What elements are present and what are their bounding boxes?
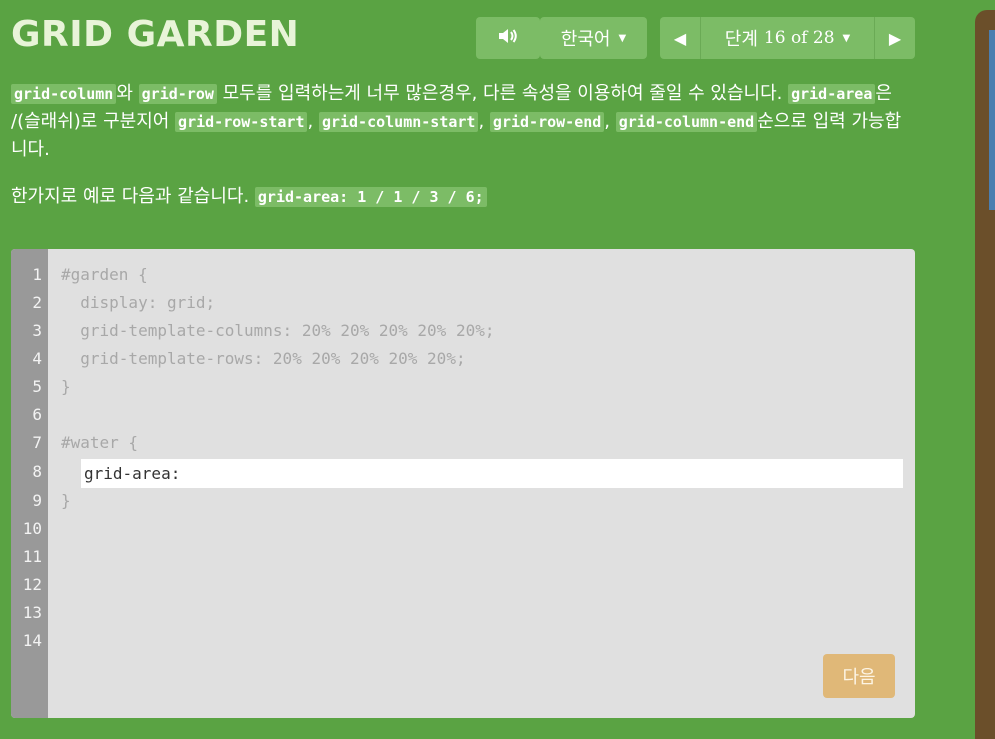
code-line: }	[61, 491, 71, 510]
caret-down-icon: ▼	[618, 32, 627, 44]
level-navigator: ◀ 단계 16 of 28 ▼ ▶	[660, 17, 915, 59]
triangle-right-icon: ▶	[888, 28, 902, 48]
code-grid-column-end: grid-column-end	[615, 112, 758, 132]
sound-toggle-button[interactable]	[476, 17, 540, 59]
line-number: 1	[32, 265, 42, 284]
line-number: 4	[32, 349, 42, 368]
code-line: #water {	[61, 433, 139, 452]
instructions-text: ,	[307, 111, 319, 132]
code-grid-row: grid-row	[138, 84, 217, 104]
line-number: 10	[22, 519, 42, 538]
code-line: #garden {	[61, 265, 148, 284]
caret-down-icon: ▼	[842, 32, 851, 44]
line-number: 6	[32, 405, 42, 424]
line-number: 9	[32, 491, 42, 510]
code-grid-row-end: grid-row-end	[489, 112, 605, 132]
triangle-left-icon: ◀	[673, 28, 687, 48]
line-number: 12	[22, 575, 42, 594]
previous-level-button[interactable]: ◀	[660, 17, 701, 59]
instructions-paragraph-1: grid-column 와 grid-row 모두를 입력하는게 너무 많은경우,…	[11, 80, 911, 163]
next-level-button[interactable]: ▶	[874, 17, 915, 59]
level-prefix: 단계	[724, 29, 758, 50]
instructions-text: 와	[116, 83, 139, 104]
code-line: grid-template-rows: 20% 20% 20% 20% 20%;	[61, 349, 466, 368]
garden-board-edge	[975, 10, 995, 739]
code-grid-column-start: grid-column-start	[318, 112, 479, 132]
line-number: 5	[32, 377, 42, 396]
instructions-text: 한가지로 예로 다음과 같습니다.	[11, 186, 255, 207]
code-line: }	[61, 377, 71, 396]
instructions-paragraph-2: 한가지로 예로 다음과 같습니다. grid-area: 1 / 1 / 3 /…	[11, 183, 911, 211]
code-line: display: grid;	[61, 293, 216, 312]
garden-board-water	[989, 30, 995, 210]
line-number: 11	[22, 547, 42, 566]
speaker-icon	[497, 27, 519, 50]
page-title: GRID GARDEN	[11, 14, 300, 55]
line-number: 7	[32, 433, 42, 452]
line-number: 2	[32, 293, 42, 312]
instructions-text: 모두를 입력하는게 너무 많은경우, 다른 속성을 이용하여 줄일 수 있습니다…	[216, 83, 789, 104]
code-example: grid-area: 1 / 1 / 3 / 6;	[254, 187, 487, 207]
line-number: 3	[32, 321, 42, 340]
line-number: 8	[32, 462, 42, 481]
next-button[interactable]: 다음	[823, 654, 895, 698]
level-indicator: 16 of 28	[763, 28, 835, 48]
code-grid-area: grid-area	[788, 84, 876, 104]
instructions-text: ,	[604, 111, 616, 132]
code-grid-column: grid-column	[11, 84, 117, 104]
line-number-gutter: 1 2 3 4 5 6 7 8 9 10 11 12 13 14	[11, 249, 48, 718]
css-answer-input[interactable]: grid-area:	[81, 459, 903, 488]
language-label: 한국어	[560, 29, 611, 50]
line-number: 14	[22, 631, 42, 650]
instructions-text: ,	[478, 111, 490, 132]
language-select[interactable]: 한국어 ▼	[540, 17, 647, 59]
instructions: grid-column 와 grid-row 모두를 입력하는게 너무 많은경우,…	[11, 80, 911, 231]
code-line: grid-template-columns: 20% 20% 20% 20% 2…	[61, 321, 495, 340]
code-grid-row-start: grid-row-start	[175, 112, 308, 132]
level-select[interactable]: 단계 16 of 28 ▼	[701, 17, 874, 59]
code-editor: 1 2 3 4 5 6 7 8 9 10 11 12 13 14 #garden…	[11, 249, 915, 718]
line-number: 13	[22, 603, 42, 622]
